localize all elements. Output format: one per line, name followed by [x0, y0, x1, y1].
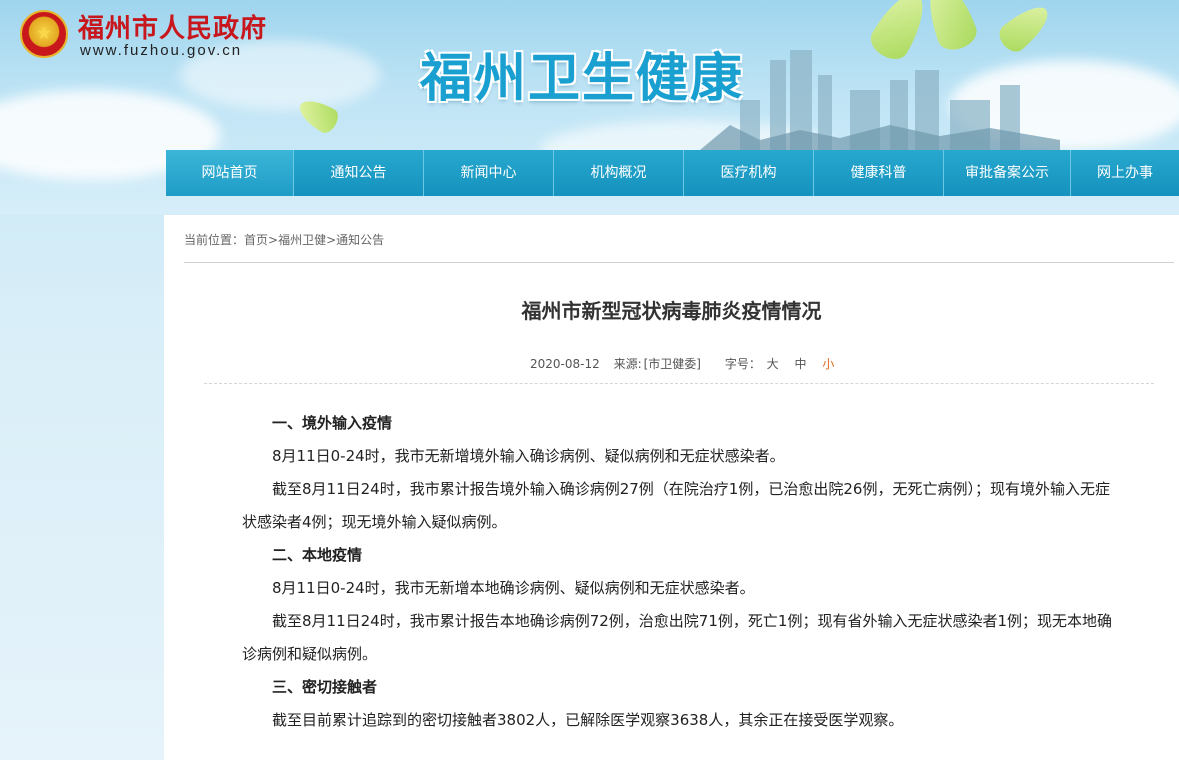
breadcrumb: 当前位置：首页>福州卫健>通知公告: [184, 231, 384, 248]
nav-item-about[interactable]: 机构概况: [554, 150, 684, 196]
city-skyline-illustration: [700, 50, 1060, 150]
article-paragraph: 截至8月11日24时，我市累计报告境外输入确诊病例27例（在院治疗1例，已治愈出…: [242, 480, 1110, 531]
star-icon: ★: [35, 23, 53, 44]
nav-item-medical-institutions[interactable]: 医疗机构: [684, 150, 814, 196]
gov-url[interactable]: www.fuzhou.gov.cn: [80, 42, 242, 59]
gov-name[interactable]: 福州市人民政府: [78, 8, 267, 45]
article-paragraph: 截至8月11日24时，我市累计报告本地确诊病例72例，治愈出院71例，死亡1例；…: [242, 612, 1112, 663]
nav-item-online-services[interactable]: 网上办事: [1071, 150, 1179, 196]
article-body: 一、境外输入疫情 8月11日0-24时，我市无新增境外输入确诊病例、疑似病例和无…: [242, 407, 1122, 737]
breadcrumb-item-fuzhou-health[interactable]: 福州卫健: [278, 233, 326, 247]
article-meta: 2020-08-12 来源: [市卫健委] 字号： 大 中 小: [530, 355, 846, 372]
section-heading-close-contacts: 三、密切接触者: [272, 678, 378, 696]
breadcrumb-divider: [184, 262, 1174, 263]
breadcrumb-item-notices[interactable]: 通知公告: [336, 233, 384, 247]
nav-item-health-education[interactable]: 健康科普: [814, 150, 944, 196]
article-paragraph: 截至目前累计追踪到的密切接触者3802人，已解除医学观察3638人，其余正在接受…: [272, 711, 904, 729]
site-header: ★ 福州市人民政府 www.fuzhou.gov.cn 福州卫生健康 网站首页 …: [0, 0, 1179, 215]
article-date: 2020-08-12: [530, 357, 600, 371]
nav-item-home[interactable]: 网站首页: [166, 150, 294, 196]
national-emblem-icon[interactable]: ★: [20, 10, 68, 58]
breadcrumb-prefix: 当前位置：: [184, 233, 245, 247]
section-heading-local: 二、本地疫情: [272, 546, 363, 564]
main-nav: 网站首页 通知公告 新闻中心 机构概况 医疗机构 健康科普 审批备案公示 网上办…: [166, 150, 1179, 196]
source-label: 来源:: [613, 357, 642, 371]
content-panel: 当前位置：首页>福州卫健>通知公告 福州市新型冠状病毒肺炎疫情情况 2020-0…: [164, 215, 1179, 760]
breadcrumb-item-home[interactable]: 首页: [244, 233, 268, 247]
section-heading-imported: 一、境外输入疫情: [272, 414, 393, 432]
breadcrumb-separator: >: [326, 233, 337, 247]
meta-divider: [204, 383, 1154, 384]
nav-item-notices[interactable]: 通知公告: [294, 150, 424, 196]
font-size-large-button[interactable]: 大: [767, 357, 779, 371]
article-paragraph: 8月11日0-24时，我市无新增境外输入确诊病例、疑似病例和无症状感染者。: [272, 447, 785, 465]
article-paragraph: 8月11日0-24时，我市无新增本地确诊病例、疑似病例和无症状感染者。: [272, 579, 755, 597]
article-source: 来源: [市卫健委]: [614, 357, 701, 371]
nav-item-approval-publicity[interactable]: 审批备案公示: [944, 150, 1071, 196]
source-value: [市卫健委]: [643, 357, 701, 371]
breadcrumb-separator: >: [268, 233, 279, 247]
nav-item-news[interactable]: 新闻中心: [424, 150, 554, 196]
site-title: 福州卫生健康: [420, 49, 745, 109]
font-size-label: 字号：: [724, 357, 761, 371]
article-title: 福州市新型冠状病毒肺炎疫情情况: [521, 299, 822, 323]
font-size-medium-button[interactable]: 中: [795, 357, 807, 371]
font-size-small-button[interactable]: 小: [822, 357, 834, 371]
